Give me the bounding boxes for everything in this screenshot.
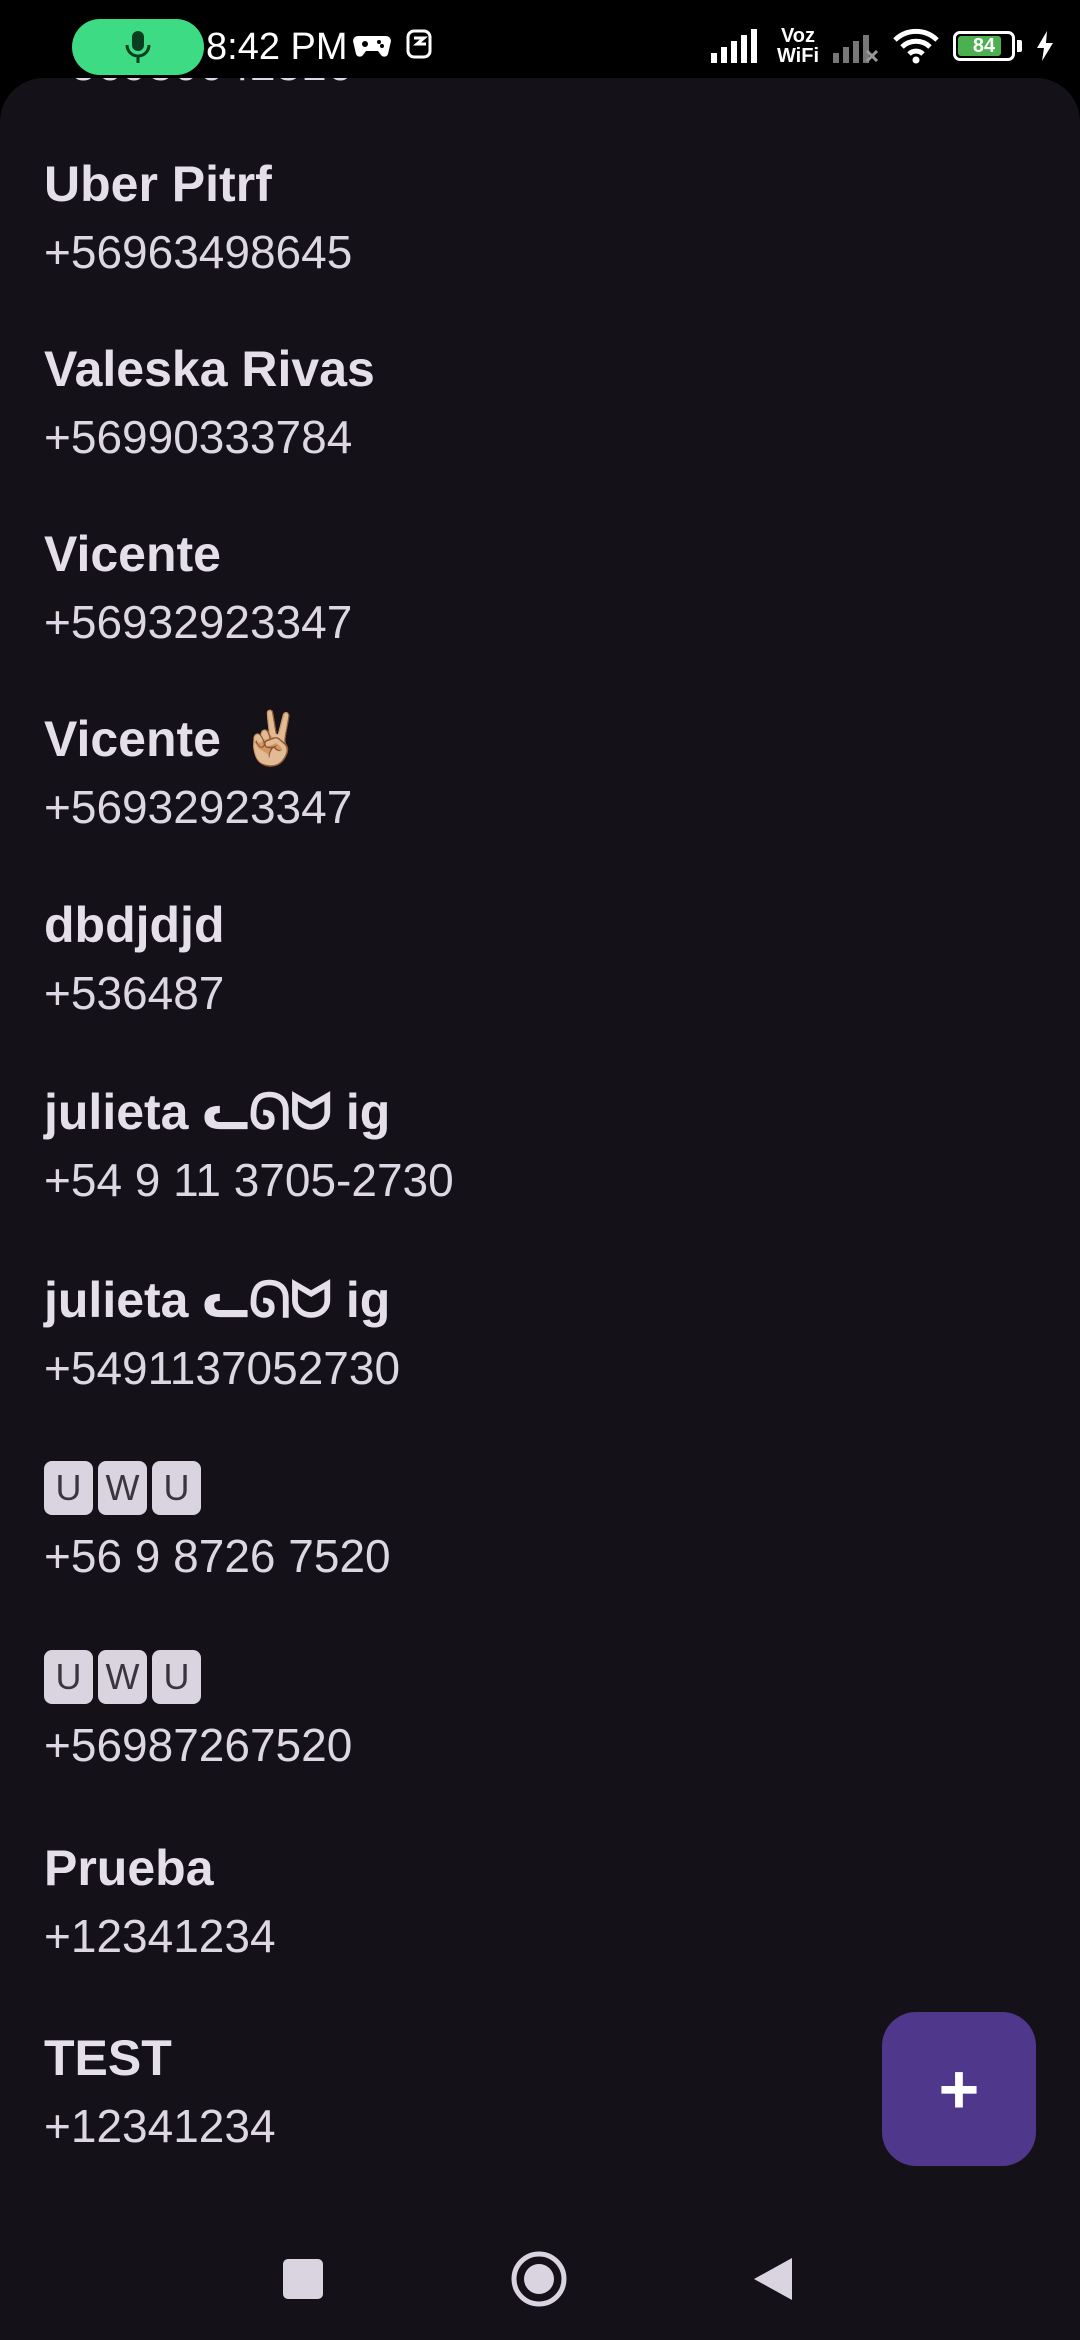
contact-phone: +5491137052730 bbox=[44, 1342, 401, 1394]
status-time: 8:42 PM bbox=[206, 26, 348, 68]
contact-phone: +12341234 bbox=[44, 2100, 276, 2152]
back-triangle-icon[interactable] bbox=[752, 2256, 794, 2302]
contact-phone: +56932923347 bbox=[44, 596, 353, 648]
contact-name: dbdjdjd bbox=[44, 897, 225, 953]
battery-icon: 84 bbox=[953, 31, 1015, 61]
charging-bolt-icon bbox=[1037, 31, 1053, 61]
contact-name: Uber Pitrf bbox=[44, 156, 272, 212]
contact-item[interactable]: U W U +56 9 8726 7520 bbox=[44, 1458, 944, 1585]
contact-phone: +56987267520 bbox=[44, 1719, 353, 1771]
letter-key: U bbox=[44, 1650, 93, 1704]
contact-phone: +56 9 8726 7520 bbox=[44, 1530, 391, 1582]
status-bar: 8:42 PM Voz WiFi 84 bbox=[0, 0, 1080, 78]
contact-name: Vicente bbox=[44, 526, 221, 582]
no-signal-icon bbox=[833, 35, 879, 63]
contact-phone-partial: +56980042816 bbox=[44, 78, 352, 94]
status-icons: Voz WiFi 84 bbox=[710, 18, 1054, 74]
battery-indicator: 84 bbox=[953, 31, 1022, 61]
contact-item[interactable]: Vicente ✌🏼 +56932923347 bbox=[44, 709, 944, 836]
mic-in-use-indicator[interactable] bbox=[72, 19, 204, 75]
contact-phone: +56932923347 bbox=[44, 781, 353, 833]
letter-key: U bbox=[152, 1461, 201, 1515]
contact-name-keys: U W U bbox=[44, 1647, 944, 1707]
letter-key: U bbox=[152, 1650, 201, 1704]
battery-level: 84 bbox=[972, 34, 996, 57]
contact-phone: +56990333784 bbox=[44, 411, 353, 463]
contact-name: julieta ᓚᘏᗢ ig bbox=[44, 1084, 391, 1140]
contact-item[interactable]: Vicente +56932923347 bbox=[44, 524, 944, 651]
contact-item[interactable]: U W U +56987267520 bbox=[44, 1647, 944, 1774]
voz-label: Voz bbox=[780, 25, 816, 47]
contact-phone: +536487 bbox=[44, 967, 225, 1019]
letter-key: U bbox=[44, 1461, 93, 1515]
contact-name: Prueba bbox=[44, 1840, 214, 1896]
contact-name: Valeska Rivas bbox=[44, 341, 375, 397]
wifi-icon bbox=[893, 28, 939, 64]
voz-wifi-indicator: Voz WiFi bbox=[777, 26, 819, 66]
notification-app-icon bbox=[406, 29, 432, 59]
battery-cap bbox=[1017, 40, 1022, 52]
navigation-bar bbox=[0, 2210, 1080, 2340]
wifi-label: WiFi bbox=[776, 45, 819, 67]
contact-item[interactable]: julieta ᓚᘏᗢ ig +54 9 11 3705-2730 bbox=[44, 1082, 944, 1209]
home-circle-icon[interactable] bbox=[510, 2250, 568, 2308]
contacts-screen: 8:42 PM Voz WiFi 84 Uber Pitrf +56963498… bbox=[0, 0, 1080, 2340]
contact-item[interactable]: Uber Pitrf +56963498645 bbox=[44, 154, 944, 281]
contact-item[interactable]: TEST +12341234 bbox=[44, 2028, 944, 2155]
contact-list[interactable]: +56980042816 Uber Pitrf +56963498645 Val… bbox=[0, 78, 1080, 2340]
contact-item[interactable]: dbdjdjd +536487 bbox=[44, 895, 944, 1022]
game-controller-icon bbox=[353, 36, 391, 57]
contact-name-keys: U W U bbox=[44, 1458, 944, 1518]
cellular-signal-icon bbox=[710, 29, 757, 63]
contact-name: TEST bbox=[44, 2030, 172, 2086]
contact-phone: +12341234 bbox=[44, 1910, 276, 1962]
contact-name: julieta ᓚᘏᗢ ig bbox=[44, 1272, 391, 1328]
letter-key: W bbox=[98, 1461, 147, 1515]
contact-name: Vicente bbox=[44, 711, 221, 767]
contact-phone: +56963498645 bbox=[44, 226, 353, 278]
add-icon: + bbox=[938, 2050, 980, 2128]
contact-name-row: Vicente ✌🏼 bbox=[44, 709, 944, 769]
contact-item[interactable]: Prueba +12341234 bbox=[44, 1838, 944, 1965]
contact-phone: +54 9 11 3705-2730 bbox=[44, 1154, 454, 1206]
letter-key: W bbox=[98, 1650, 147, 1704]
add-contact-button[interactable]: + bbox=[882, 2012, 1036, 2166]
contact-item[interactable]: julieta ᓚᘏᗢ ig +5491137052730 bbox=[44, 1270, 944, 1397]
victory-hand-emoji: ✌🏼 bbox=[238, 710, 304, 768]
recents-square-icon[interactable] bbox=[282, 2258, 324, 2300]
microphone-icon bbox=[125, 31, 151, 63]
contact-item[interactable]: Valeska Rivas +56990333784 bbox=[44, 339, 944, 466]
